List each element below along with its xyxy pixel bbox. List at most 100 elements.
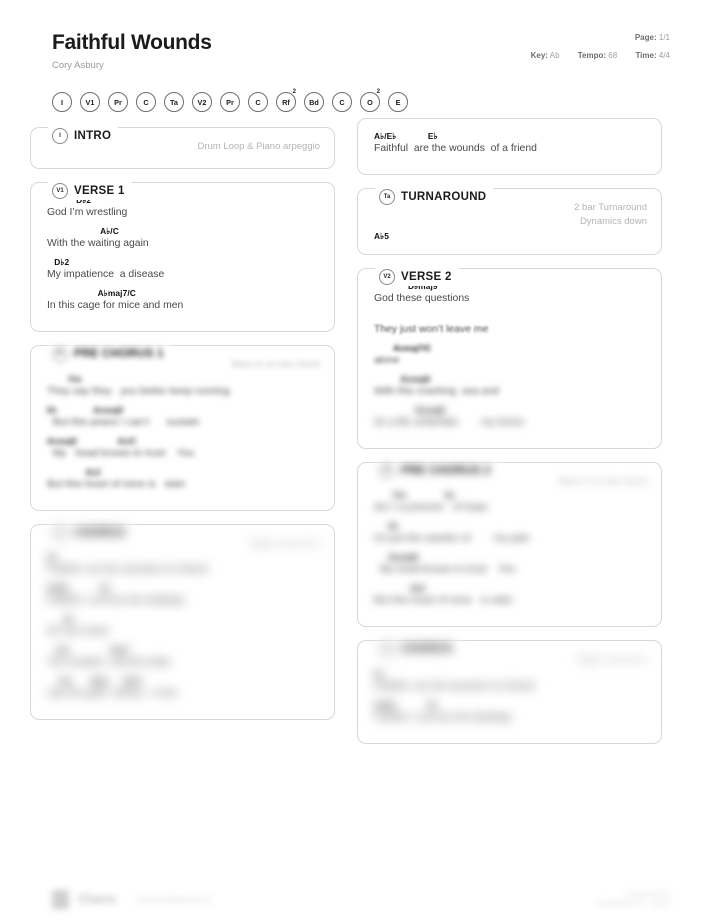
section-chorus: C CHORUS Bigger dynamics A♭ Faithful are the… [30, 523, 335, 721]
lyric-row: alone [374, 354, 400, 366]
section-pill-superscript: 2 [376, 89, 380, 95]
section-title: VERSE 1 [74, 184, 125, 197]
lyric-row: Faithful are the wounds of a friend [374, 681, 534, 693]
section-badge[interactable]: I [52, 128, 68, 144]
chord-chart-page: Faithful Wounds Cory Asbury Page: 1/1 Ke… [0, 0, 714, 923]
section-turnaround: Ta TURNAROUND 2 bar Turnaround Dynamics dow… [357, 188, 662, 255]
section-pre-chorus-2: Pr PRE CHORUS 2 Bass in on last chord Fm A… [357, 461, 662, 628]
section-pill-c-10[interactable]: C [332, 92, 352, 112]
lyric-row: But this heart of mine is slain [374, 595, 513, 607]
chord-row: A♭/E♭ E♭ [374, 131, 438, 141]
section-header: C CHORUS [375, 640, 460, 659]
lyric-line: Fm B♭m Dm7 Like the gold refined in fire [47, 676, 320, 700]
section-header: Ta TURNAROUND [375, 188, 494, 206]
left-column: I INTRO Drum Loop & Piano arpeggio V1 VERSE … [30, 118, 335, 757]
lyric-row: Or a life unfamiliar my home [374, 416, 525, 428]
section-pill-label: I [60, 97, 64, 107]
lyric-line: D♭ A♭maj9 But this peace I can’t sustain [47, 405, 320, 429]
lyric-row: Faithful are the wounds of a friend [374, 143, 537, 154]
chord-row [374, 312, 647, 323]
lyric-row: But this heart of mine is slain [47, 478, 186, 490]
section-header: Pr PRE CHORUS 1 [48, 344, 171, 363]
section-pill-c-3[interactable]: C [136, 92, 156, 112]
section-title: PRE CHORUS 1 [74, 347, 164, 360]
section-pill-pr-2[interactable]: Pr [108, 92, 128, 112]
lyric-line: A♭maj9 My head knows to trust You [374, 552, 647, 576]
chord-row: A♭maj9 A♭/C [47, 435, 137, 446]
lyric-row: They just won’t leave me [374, 323, 489, 335]
lyric-row: My head knows to trust You [47, 447, 195, 459]
artist-name: Cory Asbury [52, 60, 104, 72]
key-value: Ab [549, 50, 560, 60]
section-badge[interactable]: V1 [52, 182, 68, 199]
section-pill-label: V1 [85, 97, 95, 107]
lyric-line: A♭maj9 Or a life unfamiliar my home [374, 405, 647, 429]
section-header: V1 VERSE 1 [48, 181, 132, 200]
lyric-line: A♭/E♭ E♭ Faithful Lord are the dealings [374, 700, 647, 724]
section-pill-bd-9[interactable]: Bd [304, 92, 324, 112]
section-badge[interactable]: Ta [379, 189, 395, 205]
section-pill-v1-1[interactable]: V1 [80, 92, 100, 112]
section-order-nav: I V1 Pr C Ta V2 Pr C Rf 2 Bd C O 2 E [0, 78, 714, 116]
credit-line-1: Arrangement by [623, 890, 670, 898]
section-pill-i-0[interactable]: I [52, 92, 72, 112]
chord-row: Fm Dm7 [47, 645, 130, 656]
lyric-line: A♭maj9 With this crashing sea and [374, 374, 647, 398]
section-pill-label: C [255, 97, 261, 107]
section-body: Bass in on last chord Fm A♭ Am I a prison… [357, 461, 662, 628]
section-title: CHORUS [74, 526, 126, 539]
brand-url: www.worshipcharts.co [137, 894, 212, 904]
tempo-label: Tempo: [577, 50, 607, 60]
lyric-row: With this crashing sea and [374, 385, 499, 397]
chord-row: A♭/E♭ E♭ [47, 583, 111, 594]
lyric-row: God these questions [374, 292, 470, 304]
section-badge[interactable]: Pr [379, 462, 395, 479]
section-badge[interactable]: Pr [52, 345, 68, 362]
section-header: I INTRO [48, 127, 119, 145]
chord-row: A♭5 [374, 230, 389, 241]
section-title: CHORUS [401, 643, 453, 656]
section-badge[interactable]: C [379, 641, 395, 658]
footer-brand-group: Charts www.worshipcharts.co [52, 889, 212, 909]
brand-logo-icon [52, 889, 69, 909]
chord-row: Fm B♭m Dm7 [47, 676, 143, 687]
lyric-row: Am I a prisoner of hope [374, 502, 488, 514]
section-pill-label: V2 [197, 97, 207, 107]
section-pill-c-7[interactable]: C [248, 92, 268, 112]
lyric-row: God I’m wrestling [47, 206, 128, 218]
footer-credit: Arrangement by worshipcharts.co · pg 1/1 [597, 890, 670, 910]
section-pill-rf2-8[interactable]: Rf 2 [276, 89, 296, 112]
lyric-row: Of Your hand [47, 626, 108, 638]
key-meta: Key: Ab [530, 50, 560, 61]
section-body: D♭maj9 God these questions They just won’… [357, 267, 662, 449]
lyric-line: A♭/C With the waiting again [47, 226, 320, 250]
section-header: V2 VERSE 2 [375, 267, 459, 286]
section-pill-v2-5[interactable]: V2 [192, 92, 212, 112]
chart-header: Faithful Wounds Cory Asbury Page: 1/1 Ke… [0, 0, 714, 78]
chord-row: A♭maj7/C [47, 287, 136, 298]
section-pill-ta-4[interactable]: Ta [164, 92, 184, 112]
chart-columns: I INTRO Drum Loop & Piano arpeggio V1 VERSE … [0, 116, 714, 757]
chord-row: A♭2 [374, 583, 426, 594]
section-pill-o2-11[interactable]: O2 [360, 89, 380, 112]
section-title: VERSE 2 [401, 270, 452, 283]
time-meta: Time: 4/4 [635, 51, 670, 61]
section-header: Pr PRE CHORUS 2 [375, 461, 498, 480]
section-badge[interactable]: V2 [379, 268, 395, 285]
section-pill-label: Pr [226, 97, 234, 107]
chart-metadata: Page: 1/1 Key: Ab Tempo: 68 Time: 4/4 [530, 33, 670, 61]
lyric-line: They just won’t leave me [374, 312, 647, 336]
tempo-value: 68 [608, 50, 618, 60]
chord-row: D♭ A♭maj9 [47, 404, 123, 415]
metadata-row-musical: Key: Ab Tempo: 68 Time: 4/4 [530, 50, 670, 61]
section-pill-e-12[interactable]: E [388, 92, 408, 112]
section-pill-pr-6[interactable]: Pr [220, 92, 240, 112]
lyric-line: A♭2 But this heart of mine is slain [47, 467, 320, 491]
section-verse-1: V1 VERSE 1 D♭2 God I’m wrestling A♭/C With … [30, 181, 335, 332]
lyric-row: Or just the warden of my pain [374, 533, 530, 545]
chord-row: A♭maj9 [374, 404, 445, 415]
tempo-meta: Tempo: 68 [577, 50, 618, 61]
section-badge[interactable]: C [52, 524, 68, 541]
key-label: Key: [530, 50, 548, 60]
chord-row: A♭/E♭ E♭ [374, 700, 438, 711]
